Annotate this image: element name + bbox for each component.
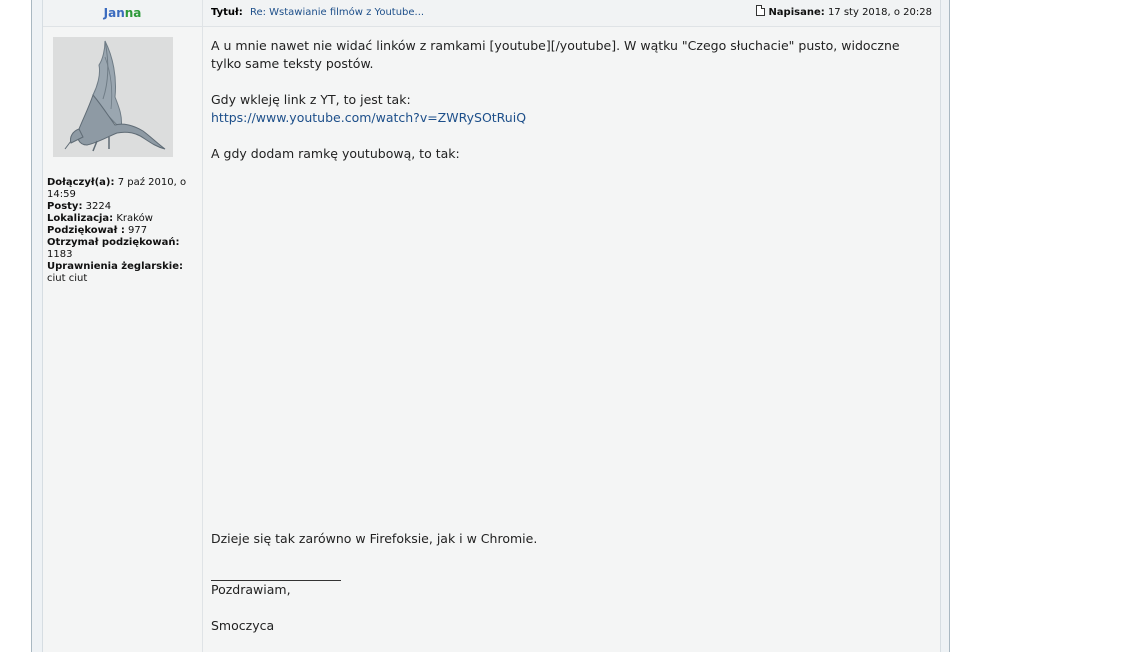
posts-label: Posty:	[47, 201, 83, 212]
page-frame: Janna Tytuł: Re: Wstawianie filmów z You…	[31, 0, 950, 652]
perms-label: Uprawnienia żeglarskie:	[47, 261, 183, 272]
message-paragraph-2: Gdy wkleję link z YT, to jest tak:	[211, 92, 411, 107]
dragon-avatar-icon	[53, 37, 173, 157]
posts-row: Posty: 3224	[47, 201, 199, 213]
date-value: 17 sty 2018, o 20:28	[827, 7, 932, 18]
signature-name: Smoczyca	[211, 618, 275, 633]
date-label: Napisane:	[768, 7, 825, 18]
author-name-part2: na	[124, 6, 142, 20]
thanked-row: Podziękował : 977	[47, 225, 199, 237]
received-label: Otrzymał podziękowań:	[47, 237, 180, 248]
perms-row: Uprawnienia żeglarskie: ciut ciut	[47, 261, 199, 285]
location-row: Lokalizacja: Kraków	[47, 213, 199, 225]
post-body: A u mnie nawet nie widać linków z ramkam…	[211, 37, 931, 635]
post: Janna Tytuł: Re: Wstawianie filmów z You…	[42, 0, 941, 652]
author-name[interactable]: Janna	[43, 0, 203, 26]
location-label: Lokalizacja:	[47, 213, 114, 224]
post-header: Janna Tytuł: Re: Wstawianie filmów z You…	[43, 0, 940, 27]
empty-embed-area	[211, 163, 931, 530]
message-paragraph-4: Dzieje się tak zarówno w Firefoksie, jak…	[211, 531, 538, 546]
post-title: Tytuł: Re: Wstawianie filmów z Youtube..…	[211, 0, 424, 26]
received-value: 1183	[47, 249, 73, 260]
post-title-link[interactable]: Re: Wstawianie filmów z Youtube...	[250, 7, 424, 18]
message-paragraph-3: A gdy dodam ramkę youtubową, to tak:	[211, 146, 460, 161]
received-row: Otrzymał podziękowań: 1183	[47, 237, 199, 261]
thanked-label: Podziękował :	[47, 225, 125, 236]
greeting: Pozdrawiam,	[211, 582, 291, 597]
avatar	[53, 37, 173, 157]
title-label: Tytuł:	[211, 7, 243, 18]
author-name-part1: Jan	[103, 6, 125, 20]
perms-value: ciut ciut	[47, 273, 88, 284]
thanked-value: 977	[128, 225, 148, 236]
profile-info: Dołączył(a): 7 paź 2010, o 14:59 Posty: …	[47, 177, 199, 285]
joined-label: Dołączył(a):	[47, 177, 115, 188]
post-date: Napisane: 17 sty 2018, o 20:28	[756, 0, 932, 26]
post-document-icon[interactable]	[756, 5, 766, 16]
location-value: Kraków	[116, 213, 153, 224]
author-profile: Dołączył(a): 7 paź 2010, o 14:59 Posty: …	[43, 27, 203, 652]
youtube-link[interactable]: https://www.youtube.com/watch?v=ZWRySOtR…	[211, 110, 526, 125]
signature-divider	[211, 566, 341, 581]
message-paragraph-1: A u mnie nawet nie widać linków z ramkam…	[211, 38, 900, 71]
posts-value: 3224	[85, 201, 112, 212]
joined-row: Dołączył(a): 7 paź 2010, o 14:59	[47, 177, 199, 201]
